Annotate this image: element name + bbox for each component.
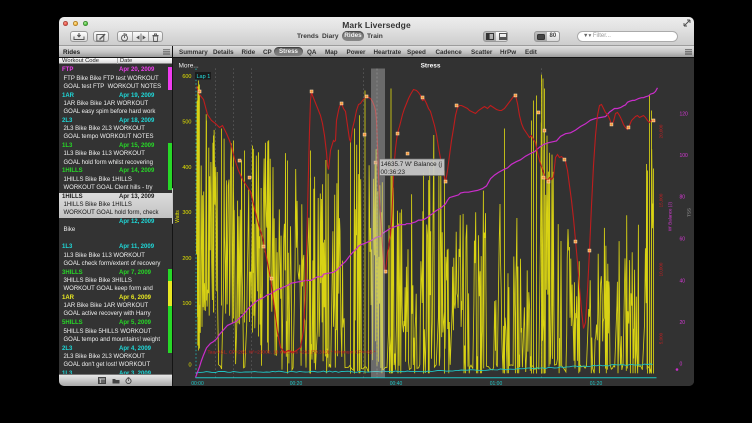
svg-text:120: 120 [679,111,688,117]
svg-text:300: 300 [182,210,191,216]
svg-text:600: 600 [182,74,191,80]
svg-text:TSS: TSS [686,208,691,217]
svg-text:W' Balance (J): W' Balance (J) [667,201,672,231]
svg-text:Stress: Stress [420,62,440,69]
svg-text:100: 100 [679,153,688,159]
svg-text:500: 500 [182,119,191,125]
svg-text:Tau=451, CP=260, W'=23000, 18: Tau=451, CP=260, W'=23000, 18 matches >2… [207,349,375,355]
svg-text:100: 100 [182,301,191,307]
svg-text:20,000: 20,000 [658,124,663,138]
svg-text:00:40: 00:40 [389,381,402,387]
svg-text:01:20: 01:20 [589,381,602,387]
svg-text:200: 200 [182,256,191,262]
svg-text:0: 0 [188,362,191,368]
svg-text:80: 80 [679,194,685,200]
svg-text:0: 0 [679,361,682,367]
svg-text:00:20: 00:20 [289,381,302,387]
svg-text:10,000: 10,000 [658,262,663,276]
svg-text:5,000: 5,000 [658,332,663,344]
svg-text:20: 20 [679,320,685,326]
svg-text:40: 40 [679,278,685,284]
svg-text:400: 400 [182,165,191,171]
svg-text:00:00: 00:00 [191,381,204,387]
svg-text:Watts: Watts [175,209,181,222]
svg-text:60: 60 [679,236,685,242]
svg-text:14635.7 W' Balance (j: 14635.7 W' Balance (j [380,161,441,168]
svg-text:15,000: 15,000 [658,193,663,207]
svg-text:01:00: 01:00 [489,381,502,387]
svg-text:More...: More... [178,62,198,69]
svg-text:00:36:23: 00:36:23 [380,168,405,175]
svg-text:Lap 1: Lap 1 [196,74,210,80]
